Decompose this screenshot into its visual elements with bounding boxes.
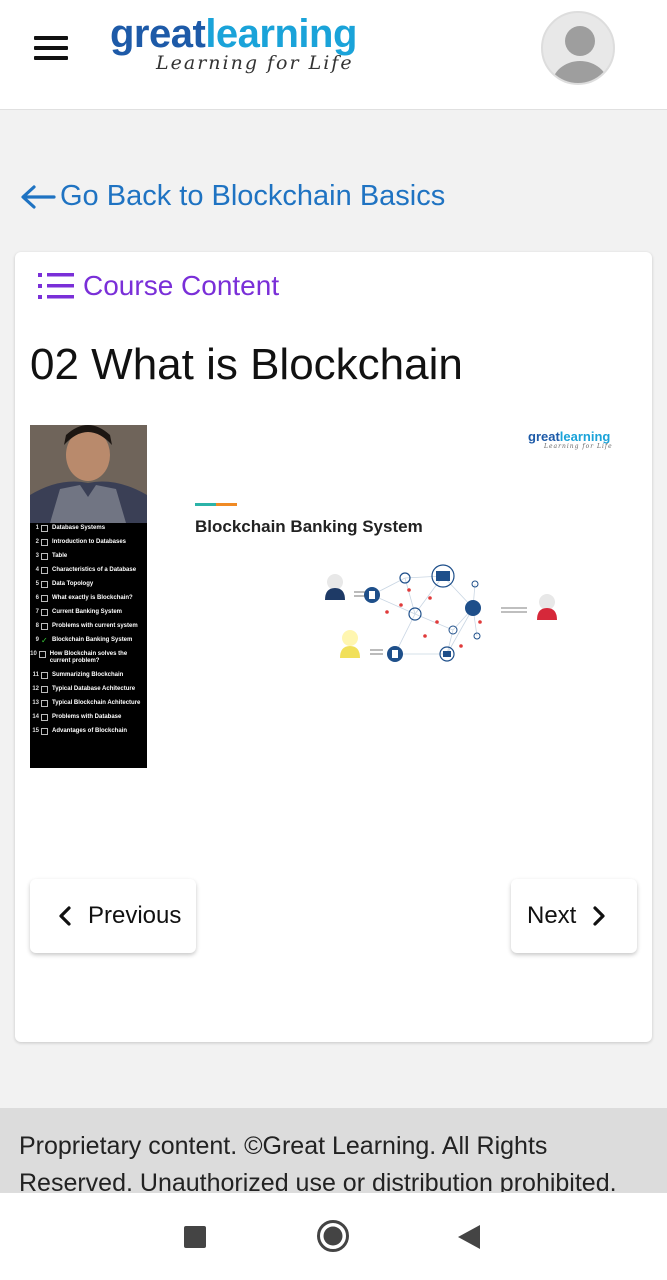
toc-list-item: 8 Problems with current system xyxy=(30,623,147,630)
arrow-left-icon xyxy=(21,184,56,209)
toc-list-item: 15 Advantages of Blockchain xyxy=(30,728,147,735)
chevron-right-icon xyxy=(593,906,605,926)
slide-title: Blockchain Banking System xyxy=(195,517,423,536)
lesson-title: 02 What is Blockchain xyxy=(30,340,463,389)
checkbox-icon xyxy=(38,651,46,658)
checkbox-icon xyxy=(41,553,48,560)
blockchain-network-diagram xyxy=(325,564,557,662)
toc-item-label: Database Systems xyxy=(52,525,106,531)
checkbox-icon xyxy=(41,714,48,721)
toc-item-number: 8 xyxy=(35,623,39,629)
previous-button[interactable]: Previous xyxy=(30,879,196,953)
toc-item-label: Typical Database Achitecture xyxy=(52,686,136,692)
checkbox-icon xyxy=(41,700,48,707)
toc-item-label: How Blockchain solves the current proble… xyxy=(49,651,128,664)
hamburger-menu-icon[interactable] xyxy=(34,36,70,62)
video-table-of-contents: 1 Database Systems 2 Introduction to Databa… xyxy=(30,525,147,742)
toc-list-item: 9 ✓ Blockchain Banking System xyxy=(30,636,147,645)
toc-list-item: 1 Database Systems xyxy=(30,525,147,532)
toc-list-item: 12 Typical Database Achitecture xyxy=(30,686,147,693)
toc-list-item: 4 Characteristics of a Database xyxy=(30,567,147,574)
next-button-label: Next xyxy=(527,902,577,929)
presenter-panel: 1 Database Systems 2 Introduction to Databa… xyxy=(30,425,147,768)
toc-item-label: Blockchain Banking System xyxy=(52,637,133,643)
logo-tagline: Learning for Life xyxy=(156,52,354,74)
great-learning-logo[interactable]: greatlearning Learning for Life xyxy=(110,12,357,74)
checkbox-icon xyxy=(41,728,48,735)
toc-list-item: 2 Introduction to Databases xyxy=(30,539,147,546)
lesson-card: Course Content 02 What is Blockchain 1 Da… xyxy=(15,252,652,1042)
footer: Proprietary content. ©Great Learning. Al… xyxy=(0,1108,667,1192)
back-icon[interactable] xyxy=(456,1223,482,1251)
toc-item-number: 9 xyxy=(35,637,39,643)
chevron-left-icon xyxy=(59,906,71,926)
presenter-video-thumbnail xyxy=(30,425,147,523)
toc-item-number: 14 xyxy=(32,714,39,720)
video-player[interactable]: 1 Database Systems 2 Introduction to Databa… xyxy=(30,425,642,768)
toc-item-label: Problems with Database xyxy=(52,714,122,720)
toc-item-number: 4 xyxy=(35,567,39,573)
toc-item-number: 1 xyxy=(35,525,39,531)
course-content-label: Course Content xyxy=(83,270,280,301)
top-app-bar: greatlearning Learning for Life xyxy=(0,0,667,110)
next-button[interactable]: Next xyxy=(511,879,637,953)
checkbox-icon xyxy=(41,623,48,630)
checkbox-icon xyxy=(41,609,48,616)
toc-item-label: Typical Blockchain Achitecture xyxy=(52,700,141,706)
toc-item-label: Data Topology xyxy=(52,581,94,587)
toc-list-item: 6 What exactly is Blockchain? xyxy=(30,595,147,602)
system-navigation-bar xyxy=(0,1192,667,1280)
toc-item-number: 3 xyxy=(35,553,39,559)
list-icon xyxy=(38,273,74,299)
toc-item-label: Current Banking System xyxy=(52,609,123,615)
recent-apps-icon[interactable] xyxy=(184,1226,206,1248)
checkbox-icon xyxy=(41,581,48,588)
toc-item-number: 15 xyxy=(32,728,39,734)
toc-item-label: What exactly is Blockchain? xyxy=(52,595,133,601)
toc-item-number: 5 xyxy=(35,581,39,587)
toc-item-number: 11 xyxy=(32,672,39,678)
toc-item-label: Problems with current system xyxy=(52,623,138,629)
checkbox-icon xyxy=(41,525,48,532)
toc-list-item: 14 Problems with Database xyxy=(30,714,147,721)
footer-copyright-text: Proprietary content. ©Great Learning. Al… xyxy=(19,1132,617,1192)
logo-wordmark: greatlearning xyxy=(110,12,357,56)
toc-item-label: Summarizing Blockchain xyxy=(52,672,124,678)
checkbox-icon xyxy=(41,595,48,602)
slide-logo: greatlearning xyxy=(528,429,611,444)
course-content-button[interactable]: Course Content xyxy=(37,270,279,302)
toc-item-number: 7 xyxy=(35,609,39,615)
toc-item-label: Advantages of Blockchain xyxy=(52,728,128,734)
toc-item-label: Characteristics of a Database xyxy=(52,567,137,573)
toc-item-number: 2 xyxy=(35,539,39,545)
checkmark-icon: ✓ xyxy=(41,636,48,645)
toc-list-item: 3 Table xyxy=(30,553,147,560)
checkbox-icon xyxy=(41,567,48,574)
toc-list-item: 13 Typical Blockchain Achitecture xyxy=(30,700,147,707)
checkbox-icon xyxy=(41,686,48,693)
checkbox-icon xyxy=(41,672,48,679)
go-back-label: Go Back to Blockchain Basics xyxy=(60,180,446,212)
toc-list-item: 10 How Blockchain solves the current prob… xyxy=(30,651,147,665)
toc-list-item: 7 Current Banking System xyxy=(30,609,147,616)
toc-list-item: 5 Data Topology xyxy=(30,581,147,588)
user-avatar-icon[interactable] xyxy=(541,11,615,85)
previous-button-label: Previous xyxy=(88,902,182,929)
toc-item-number: 10 xyxy=(30,651,37,657)
checkbox-icon xyxy=(41,539,48,546)
slide-logo-tagline: Learning for Life xyxy=(544,443,613,450)
toc-item-number: 12 xyxy=(32,686,39,692)
toc-item-label: Introduction to Databases xyxy=(52,539,127,545)
slide-accent-bar xyxy=(195,503,237,506)
toc-list-item: 11 Summarizing Blockchain xyxy=(30,672,147,679)
go-back-link[interactable]: Go Back to Blockchain Basics xyxy=(20,180,445,213)
toc-item-label: Table xyxy=(52,553,68,559)
toc-item-number: 6 xyxy=(35,595,39,601)
toc-item-number: 13 xyxy=(32,700,39,706)
home-icon[interactable] xyxy=(316,1219,350,1253)
